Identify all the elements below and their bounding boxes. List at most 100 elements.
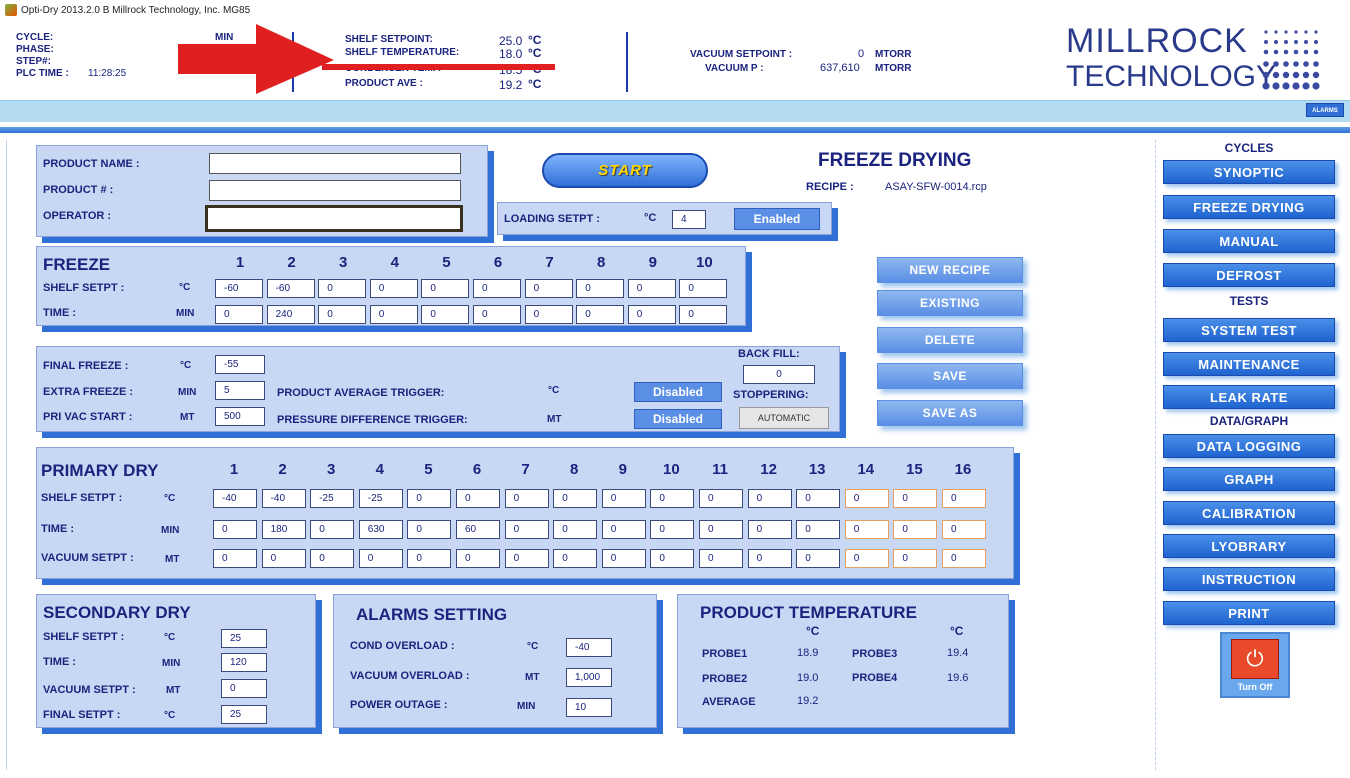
delete-recipe-button[interactable]: DELETE [877, 327, 1023, 353]
primary-shelf-setpoint-input[interactable]: 0 [699, 489, 743, 508]
primary-shelf-setpoint-input[interactable]: 0 [407, 489, 452, 508]
graph-button[interactable]: GRAPH [1163, 467, 1335, 491]
print-button[interactable]: PRINT [1163, 601, 1335, 625]
freeze-shelf-setpoint-input[interactable]: 0 [576, 279, 625, 298]
leak-rate-button[interactable]: LEAK RATE [1163, 385, 1335, 409]
primary-time-input[interactable]: 0 [504, 520, 549, 539]
primary-vacuum-setpoint-input[interactable]: 0 [893, 549, 938, 568]
primary-time-input[interactable]: 0 [650, 520, 695, 539]
start-button[interactable]: START [542, 153, 708, 188]
cond-overload-input[interactable]: -40 [566, 638, 612, 657]
new-recipe-button[interactable]: NEW RECIPE [877, 257, 1023, 283]
secondary-time-input[interactable]: 120 [221, 653, 267, 672]
freeze-shelf-setpoint-input[interactable]: 0 [318, 279, 367, 298]
primary-shelf-setpoint-input[interactable]: 0 [601, 489, 646, 508]
primary-time-input[interactable]: 0 [942, 520, 986, 539]
primary-time-input[interactable]: 0 [407, 520, 452, 539]
primary-vacuum-setpoint-input[interactable]: 0 [796, 549, 841, 568]
freeze-time-input[interactable]: 0 [215, 305, 263, 324]
instruction-button[interactable]: INSTRUCTION [1163, 567, 1335, 591]
freeze-time-input[interactable]: 240 [266, 305, 315, 324]
primary-time-input[interactable]: 0 [796, 520, 841, 539]
save-recipe-button[interactable]: SAVE [877, 363, 1023, 389]
primary-shelf-setpoint-input[interactable]: 0 [844, 489, 889, 508]
maintenance-button[interactable]: MAINTENANCE [1163, 352, 1335, 376]
primary-vacuum-setpoint-input[interactable]: 0 [553, 549, 598, 568]
freeze-shelf-setpoint-input[interactable]: -60 [215, 279, 263, 298]
freeze-time-input[interactable]: 0 [369, 305, 418, 324]
freeze-shelf-setpoint-input[interactable]: 0 [473, 279, 521, 298]
primary-time-input[interactable]: 60 [456, 520, 500, 539]
calibration-button[interactable]: CALIBRATION [1163, 501, 1335, 525]
stoppering-select[interactable]: AUTOMATIC [739, 407, 829, 429]
primary-shelf-setpoint-input[interactable]: 0 [747, 489, 792, 508]
primary-shelf-setpoint-input[interactable]: -25 [358, 489, 403, 508]
turn-off-button[interactable]: ⏻ Turn Off [1220, 632, 1290, 698]
primary-shelf-setpoint-input[interactable]: 0 [942, 489, 986, 508]
primary-shelf-setpoint-input[interactable]: 0 [456, 489, 500, 508]
system-test-button[interactable]: SYSTEM TEST [1163, 318, 1335, 342]
operator-input[interactable] [205, 205, 463, 232]
freeze-shelf-setpoint-input[interactable]: 0 [369, 279, 418, 298]
freeze-time-input[interactable]: 0 [421, 305, 470, 324]
primary-shelf-setpoint-input[interactable]: 0 [553, 489, 598, 508]
primary-shelf-setpoint-input[interactable]: -40 [261, 489, 306, 508]
primary-time-input[interactable]: 0 [747, 520, 792, 539]
freeze-time-input[interactable]: 0 [524, 305, 573, 324]
primary-vacuum-setpoint-input[interactable]: 0 [504, 549, 549, 568]
primary-vacuum-setpoint-input[interactable]: 0 [456, 549, 500, 568]
loading-setpoint-input[interactable]: 4 [672, 210, 706, 229]
product-name-input[interactable] [209, 153, 461, 174]
pri-vac-start-input[interactable]: 500 [215, 407, 265, 426]
primary-shelf-setpoint-input[interactable]: 0 [504, 489, 549, 508]
primary-vacuum-setpoint-input[interactable]: 0 [213, 549, 257, 568]
product-number-input[interactable] [209, 180, 461, 201]
primary-vacuum-setpoint-input[interactable]: 0 [699, 549, 743, 568]
primary-vacuum-setpoint-input[interactable]: 0 [601, 549, 646, 568]
primary-vacuum-setpoint-input[interactable]: 0 [358, 549, 403, 568]
primary-time-input[interactable]: 0 [310, 520, 355, 539]
existing-recipe-button[interactable]: EXISTING [877, 290, 1023, 316]
freeze-time-input[interactable]: 0 [679, 305, 728, 324]
primary-shelf-setpoint-input[interactable]: 0 [650, 489, 695, 508]
primary-vacuum-setpoint-input[interactable]: 0 [261, 549, 306, 568]
primary-vacuum-setpoint-input[interactable]: 0 [407, 549, 452, 568]
extra-freeze-input[interactable]: 5 [215, 381, 265, 400]
primary-shelf-setpoint-input[interactable]: 0 [796, 489, 841, 508]
product-average-trigger-toggle[interactable]: Disabled [634, 382, 722, 402]
loading-enabled-toggle[interactable]: Enabled [734, 208, 820, 230]
primary-time-input[interactable]: 0 [213, 520, 257, 539]
primary-time-input[interactable]: 0 [893, 520, 938, 539]
primary-time-input[interactable]: 630 [358, 520, 403, 539]
primary-vacuum-setpoint-input[interactable]: 0 [747, 549, 792, 568]
primary-vacuum-setpoint-input[interactable]: 0 [942, 549, 986, 568]
data-logging-button[interactable]: DATA LOGGING [1163, 434, 1335, 458]
primary-vacuum-setpoint-input[interactable]: 0 [844, 549, 889, 568]
back-fill-input[interactable]: 0 [743, 365, 815, 384]
freeze-time-input[interactable]: 0 [576, 305, 625, 324]
primary-time-input[interactable]: 0 [553, 520, 598, 539]
freeze-time-input[interactable]: 0 [473, 305, 521, 324]
pressure-difference-trigger-toggle[interactable]: Disabled [634, 409, 722, 429]
freeze-time-input[interactable]: 0 [627, 305, 676, 324]
secondary-final-input[interactable]: 25 [221, 705, 267, 724]
primary-time-input[interactable]: 0 [699, 520, 743, 539]
primary-shelf-setpoint-input[interactable]: -40 [213, 489, 257, 508]
freeze-shelf-setpoint-input[interactable]: 0 [524, 279, 573, 298]
primary-time-input[interactable]: 0 [844, 520, 889, 539]
primary-shelf-setpoint-input[interactable]: 0 [893, 489, 938, 508]
freeze-drying-button[interactable]: FREEZE DRYING [1163, 195, 1335, 219]
defrost-button[interactable]: DEFROST [1163, 263, 1335, 287]
lyobrary-button[interactable]: LYOBRARY [1163, 534, 1335, 558]
freeze-shelf-setpoint-input[interactable]: -60 [266, 279, 315, 298]
freeze-time-input[interactable]: 0 [318, 305, 367, 324]
secondary-vacuum-input[interactable]: 0 [221, 679, 267, 698]
freeze-shelf-setpoint-input[interactable]: 0 [627, 279, 676, 298]
primary-vacuum-setpoint-input[interactable]: 0 [310, 549, 355, 568]
secondary-shelf-input[interactable]: 25 [221, 629, 267, 648]
alarms-button[interactable]: ALARMS [1306, 103, 1344, 117]
freeze-shelf-setpoint-input[interactable]: 0 [679, 279, 728, 298]
vacuum-overload-input[interactable]: 1,000 [566, 668, 612, 687]
primary-time-input[interactable]: 0 [601, 520, 646, 539]
power-outage-input[interactable]: 10 [566, 698, 612, 717]
